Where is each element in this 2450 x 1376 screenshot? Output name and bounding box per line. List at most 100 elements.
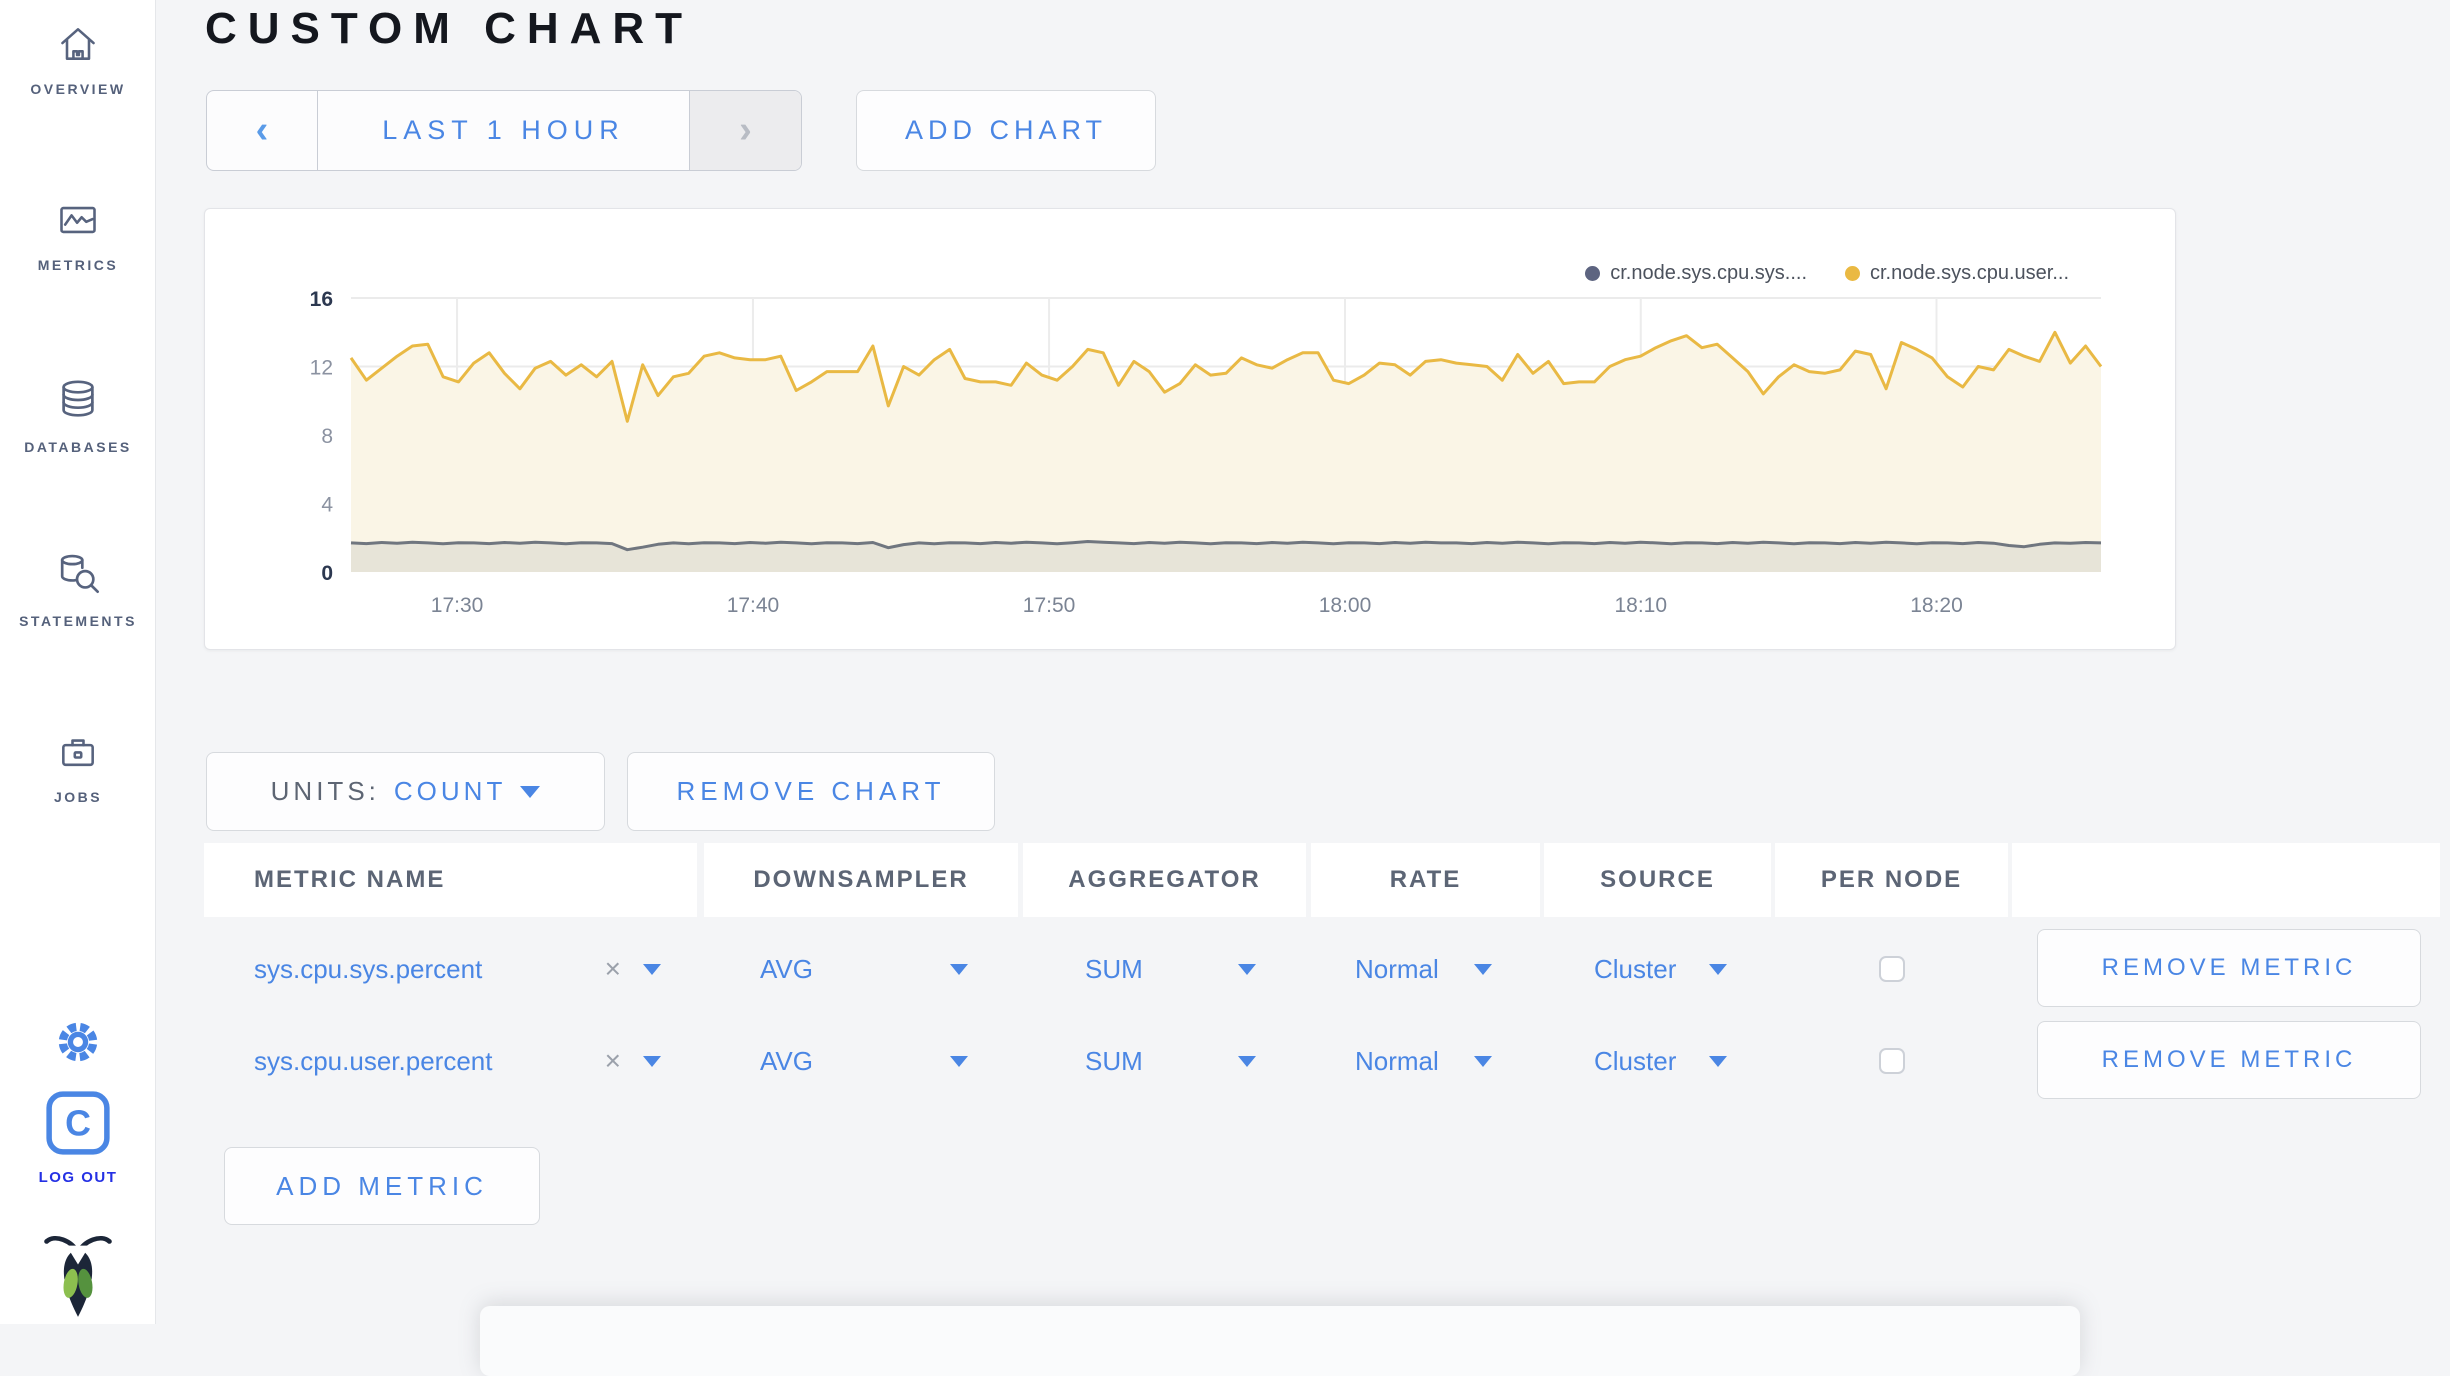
per-node-checkbox[interactable] [1878,956,1905,982]
svg-text:17:30: 17:30 [431,594,484,617]
svg-text:0: 0 [321,562,333,585]
chart-legend: cr.node.sys.cpu.sys.... cr.node.sys.cpu.… [1585,262,2069,285]
rate-dropdown[interactable]: Normal [1311,1015,1540,1107]
gear-icon [58,1022,98,1062]
column-header-rate: RATE [1311,843,1540,917]
rate-value: Normal [1355,953,1439,984]
cockroachdb-bug-logo [44,1232,112,1325]
units-dropdown[interactable]: UNITS: COUNT [206,752,605,831]
svg-text:18:00: 18:00 [1319,594,1372,617]
svg-text:17:40: 17:40 [727,594,780,617]
custom-chart-card: cr.node.sys.cpu.sys.... cr.node.sys.cpu.… [204,208,2176,650]
home-icon [61,28,95,60]
metric-row: sys.cpu.user.percent × AVG SUM Normal Cl… [204,1015,2440,1107]
chevron-left-icon: ‹ [255,109,269,151]
downsampler-value: AVG [760,1045,813,1076]
metrics-table-header: METRIC NAME DOWNSAMPLER AGGREGATOR RATE … [204,843,2440,917]
statements-icon [60,554,99,594]
chevron-down-icon [950,1055,968,1067]
column-header-source: SOURCE [1544,843,1771,917]
downsampler-value: AVG [760,953,813,984]
add-chart-button[interactable]: ADD CHART [856,90,1156,171]
sidebar-item-label: METRICS [37,257,119,273]
sidebar: OVERVIEW METRICS DATABASES STATEMENTS JO… [0,0,156,1324]
metrics-icon [60,206,96,234]
sidebar-item-jobs[interactable]: JOBS [0,730,156,805]
aggregator-value: SUM [1085,1045,1143,1076]
column-header-downsampler: DOWNSAMPLER [704,843,1018,917]
add-metric-button[interactable]: ADD METRIC [224,1147,540,1225]
time-window-label[interactable]: LAST 1 HOUR [318,91,689,170]
svg-text:16: 16 [310,288,333,311]
per-node-cell [1775,923,2008,1015]
sidebar-item-overview[interactable]: OVERVIEW [0,22,156,97]
chevron-down-icon[interactable] [643,1055,661,1067]
cockroach-c-icon: C [46,1091,110,1155]
aggregator-dropdown[interactable]: SUM [1023,1015,1306,1107]
svg-text:17:50: 17:50 [1023,594,1076,617]
sidebar-item-label: JOBS [53,789,103,805]
remove-chart-button[interactable]: REMOVE CHART [627,752,995,831]
logout-button[interactable]: C LOG OUT [0,1090,156,1186]
column-header-metric-name: METRIC NAME [204,843,697,917]
source-value: Cluster [1594,1045,1677,1076]
aggregator-dropdown[interactable]: SUM [1023,923,1306,1015]
time-window-next-button[interactable]: › [689,91,801,170]
chevron-down-icon [1474,963,1492,975]
database-icon [62,380,94,417]
svg-text:18:10: 18:10 [1614,594,1667,617]
legend-dot-user [1845,266,1860,281]
chevron-down-icon [520,785,541,798]
sidebar-item-label: OVERVIEW [30,81,126,97]
time-window-selector: ‹ LAST 1 HOUR › [206,90,802,171]
units-value: COUNT [393,776,507,806]
chevron-down-icon [1709,963,1727,975]
chevron-down-icon[interactable] [643,963,661,975]
units-label: UNITS: [270,776,380,806]
source-value: Cluster [1594,953,1677,984]
metric-name-value[interactable]: sys.cpu.sys.percent [254,954,482,985]
source-dropdown[interactable]: Cluster [1544,923,1771,1015]
briefcase-icon [62,739,94,767]
remove-metric-button[interactable]: REMOVE METRIC [2037,1021,2421,1099]
actions-cell: REMOVE METRIC [2012,1015,2440,1107]
svg-text:8: 8 [321,425,333,448]
source-dropdown[interactable]: Cluster [1544,1015,1771,1107]
page-title: CUSTOM CHART [205,4,694,53]
rate-dropdown[interactable]: Normal [1311,923,1540,1015]
per-node-cell [1775,1015,2008,1107]
time-window-prev-button[interactable]: ‹ [207,91,318,170]
per-node-checkbox[interactable] [1878,1048,1905,1074]
legend-label-user: cr.node.sys.cpu.user... [1870,262,2069,284]
svg-text:4: 4 [321,494,333,517]
logo-letter: C [65,1103,91,1143]
legend-item-sys: cr.node.sys.cpu.sys.... [1585,262,1807,285]
aggregator-value: SUM [1085,953,1143,984]
sidebar-item-metrics[interactable]: METRICS [0,198,156,273]
chevron-right-icon: › [739,109,752,151]
clear-metric-icon[interactable]: × [605,1047,621,1075]
svg-text:12: 12 [310,357,333,380]
chevron-down-icon [950,963,968,975]
metric-name-dropdown[interactable]: sys.cpu.user.percent × [204,1015,697,1107]
downsampler-dropdown[interactable]: AVG [704,1015,1018,1107]
actions-cell: REMOVE METRIC [2012,923,2440,1015]
chevron-down-icon [1474,1055,1492,1067]
metric-name-dropdown[interactable]: sys.cpu.sys.percent × [204,923,697,1015]
remove-metric-button[interactable]: REMOVE METRIC [2037,929,2421,1007]
sidebar-item-databases[interactable]: DATABASES [0,376,156,455]
chevron-down-icon [1238,963,1256,975]
downsampler-dropdown[interactable]: AVG [704,923,1018,1015]
sidebar-item-statements[interactable]: STATEMENTS [0,550,156,629]
chevron-down-icon [1709,1055,1727,1067]
column-header-aggregator: AGGREGATOR [1023,843,1306,917]
legend-label-sys: cr.node.sys.cpu.sys.... [1610,262,1807,284]
next-chart-card-peek [480,1306,2080,1376]
column-header-actions [2012,843,2440,917]
settings-button[interactable] [50,1014,106,1075]
legend-dot-sys [1585,266,1601,281]
sidebar-item-label: DATABASES [24,439,132,455]
legend-item-user: cr.node.sys.cpu.user... [1845,262,2069,285]
clear-metric-icon[interactable]: × [605,955,621,983]
metric-name-value[interactable]: sys.cpu.user.percent [254,1046,492,1077]
